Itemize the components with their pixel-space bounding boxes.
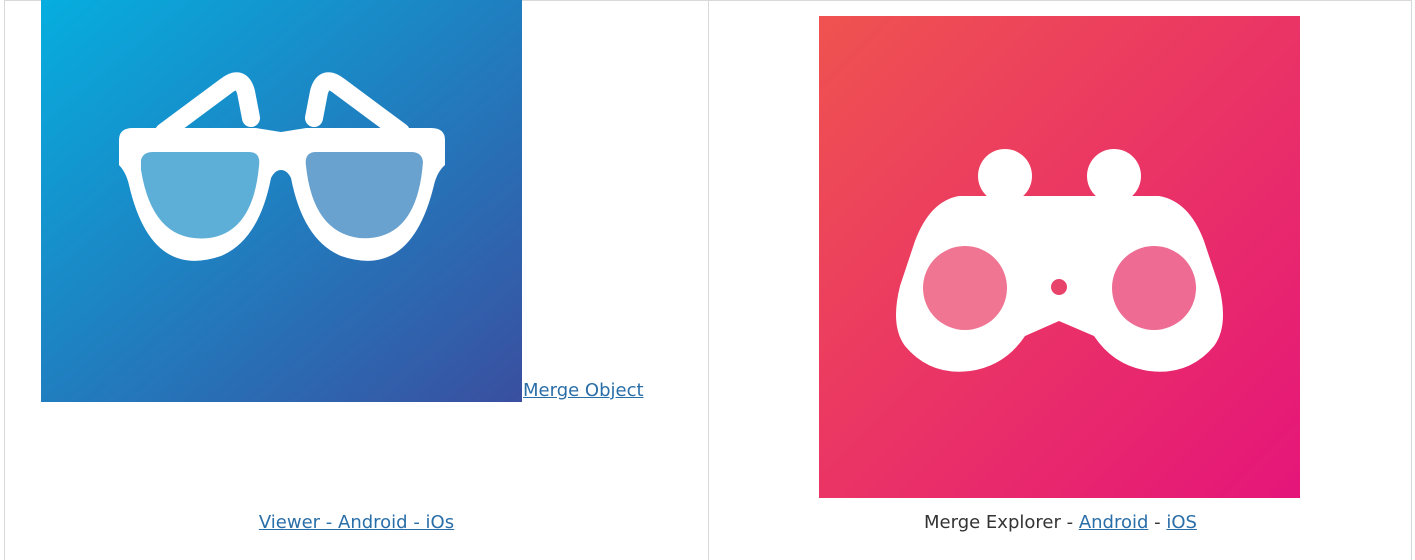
viewer-android-ios-link[interactable]: Viewer - Android - iOs [259,512,454,533]
binoculars-icon [819,16,1300,498]
merge-object-app-image[interactable] [41,0,522,402]
caption-separator: - [1148,512,1167,533]
viewer-caption: Viewer - Android - iOs [5,512,708,533]
merge-explorer-ios-link[interactable]: iOS [1166,512,1197,533]
merge-explorer-app-image [819,16,1300,498]
merge-object-link[interactable]: Merge Object [523,380,644,401]
sunglasses-icon [41,0,522,402]
merge-explorer-android-link[interactable]: Android [1079,512,1149,533]
merge-explorer-label: Merge Explorer - [924,512,1079,533]
column-divider [708,0,709,560]
merge-explorer-caption: Merge Explorer - Android - iOS [709,512,1412,533]
